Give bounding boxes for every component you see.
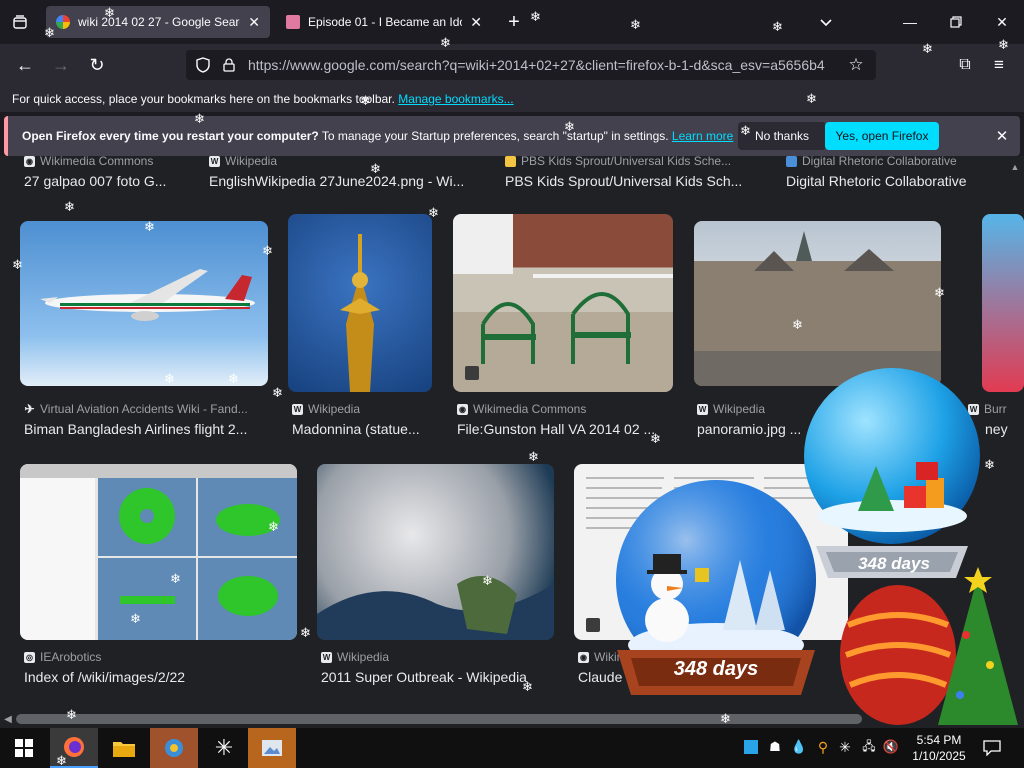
- tray-drop-icon[interactable]: 💧: [790, 738, 808, 756]
- windows-start-icon[interactable]: [0, 728, 48, 768]
- tab-episode[interactable]: Episode 01 - I Became an Idol! ✕: [276, 6, 492, 38]
- extensions-icon[interactable]: ⧉: [952, 52, 978, 78]
- restore-icon[interactable]: [936, 8, 976, 36]
- reload-icon[interactable]: ↻: [82, 50, 112, 80]
- notification-heading: Open Firefox every time you restart your…: [22, 129, 319, 143]
- result-title[interactable]: Digital Rhetoric Collaborative: [786, 173, 986, 189]
- url-text[interactable]: https://www.google.com/search?q=wiki+201…: [248, 57, 838, 73]
- airplane-image[interactable]: [20, 221, 268, 386]
- lock-icon[interactable]: [220, 56, 238, 74]
- close-tab-icon[interactable]: ✕: [248, 14, 260, 31]
- network-icon[interactable]: 🖧: [860, 738, 878, 756]
- menu-icon[interactable]: ≡: [986, 52, 1012, 78]
- result-title[interactable]: Madonnina (statue...: [292, 421, 437, 437]
- back-arrow-icon[interactable]: ←: [10, 50, 40, 80]
- app-taskbar-icon[interactable]: [150, 728, 198, 768]
- tab-google-search[interactable]: wiki 2014 02 27 - Google Search ✕: [46, 6, 270, 38]
- firefox-taskbar-icon[interactable]: [50, 728, 98, 768]
- tab-list-icon[interactable]: [6, 8, 34, 36]
- result-source[interactable]: W Wikipedia: [292, 402, 360, 416]
- forward-arrow-icon[interactable]: →: [46, 50, 76, 80]
- google-icon: [56, 15, 70, 29]
- pbs-icon: [505, 156, 516, 167]
- globe-large-days-label: 348 days: [673, 658, 759, 680]
- photo-app-icon[interactable]: [248, 728, 296, 768]
- scroll-up-icon[interactable]: ▲: [1008, 160, 1022, 174]
- christmas-tree-widget[interactable]: [838, 565, 1024, 730]
- nav-bar: ← → ↻ https://www.google.com/search?q=wi…: [0, 44, 1024, 86]
- snowflake-app-icon[interactable]: ✳: [200, 728, 248, 768]
- anime-favicon-icon: [286, 15, 300, 29]
- notification-message: To manage your Startup preferences, sear…: [321, 129, 669, 143]
- bookmarks-bar: For quick access, place your bookmarks h…: [0, 86, 1024, 112]
- manage-bookmarks-link[interactable]: Manage bookmarks...: [398, 92, 513, 106]
- startup-notification: Open Firefox every time you restart your…: [4, 116, 1020, 156]
- wikipedia-icon: W: [321, 651, 332, 663]
- close-notification-icon[interactable]: ✕: [990, 124, 1014, 148]
- snow-globe-small-widget[interactable]: 348 days: [796, 366, 992, 588]
- snow-globe-large-widget[interactable]: 348 days: [605, 480, 827, 705]
- tab-bar: wiki 2014 02 27 - Google Search ✕ Episod…: [0, 0, 1024, 44]
- taskbar-clock[interactable]: 5:54 PM 1/10/2025: [904, 732, 974, 764]
- notifications-icon[interactable]: [980, 736, 1004, 760]
- tray-app-icon[interactable]: [744, 740, 758, 754]
- result-source[interactable]: W Wikipedia: [209, 156, 277, 168]
- result-source[interactable]: ✈ Virtual Aviation Accidents Wiki - Fand.…: [24, 402, 247, 416]
- tab-title: wiki 2014 02 27 - Google Search: [78, 15, 241, 29]
- tab-title: Episode 01 - I Became an Idol!: [308, 15, 463, 29]
- clock-time: 5:54 PM: [916, 733, 962, 747]
- tray-search-icon[interactable]: ⚲: [814, 738, 832, 756]
- commons-icon: ◉: [24, 156, 35, 167]
- castle-panorama-image[interactable]: [694, 221, 941, 386]
- new-tab-icon[interactable]: +: [500, 8, 528, 36]
- scroll-left-icon[interactable]: ◀: [2, 712, 14, 726]
- result-title[interactable]: EnglishWikipedia 27June2024.png - Wi...: [209, 173, 484, 189]
- clock-date: 1/10/2025: [912, 749, 966, 763]
- commons-icon: ◉: [457, 403, 468, 415]
- result-title[interactable]: File:Gunston Hall VA 2014 02 ...: [457, 421, 667, 437]
- result-source[interactable]: W Wikipedia: [321, 650, 389, 664]
- wikipedia-icon: W: [209, 156, 220, 167]
- tray-people-icon[interactable]: ☗: [766, 738, 784, 756]
- shield-icon[interactable]: [194, 56, 212, 74]
- file-explorer-icon[interactable]: [100, 728, 148, 768]
- result-source[interactable]: ◉ Wikimedia Commons: [24, 156, 153, 168]
- cad-screenshot-image[interactable]: [20, 464, 297, 640]
- close-tab-icon[interactable]: ✕: [470, 14, 482, 31]
- result-title[interactable]: Biman Bangladesh Airlines flight 2...: [24, 421, 269, 437]
- result-title[interactable]: PBS Kids Sprout/Universal Kids Sch...: [505, 173, 755, 189]
- chevron-down-icon[interactable]: [812, 8, 840, 36]
- star-bookmark-icon[interactable]: ☆: [846, 55, 866, 75]
- tray-snowflake-icon[interactable]: ✳: [836, 738, 854, 756]
- close-window-icon[interactable]: ✕: [982, 8, 1022, 36]
- wikipedia-icon: W: [292, 403, 303, 415]
- bookmarks-hint: For quick access, place your bookmarks h…: [12, 92, 395, 106]
- learn-more-link[interactable]: Learn more: [672, 129, 733, 143]
- volume-muted-icon[interactable]: 🔇: [882, 738, 900, 756]
- minimize-icon[interactable]: —: [890, 8, 930, 36]
- commons-icon: ◉: [578, 651, 589, 663]
- no-thanks-button[interactable]: No thanks: [738, 122, 826, 150]
- result-source[interactable]: ◎ IEArobotics: [24, 650, 101, 664]
- result-title[interactable]: 27 galpao 007 foto G...: [24, 173, 194, 189]
- taskbar: ✳ ☗ 💧 ⚲ ✳ 🖧 🔇 5:54 PM 1/10/2025: [0, 728, 1024, 768]
- globe-icon: ◎: [24, 651, 35, 663]
- result-source[interactable]: ◉ Wikimedia Commons: [457, 402, 586, 416]
- url-bar[interactable]: https://www.google.com/search?q=wiki+201…: [186, 50, 876, 80]
- satellite-outbreak-image[interactable]: [317, 464, 554, 640]
- airplane-icon: ✈: [24, 402, 35, 416]
- drc-icon: [786, 156, 797, 167]
- result-source[interactable]: W Wikipedia: [697, 402, 765, 416]
- result-title[interactable]: 2011 Super Outbreak - Wikipedia: [321, 669, 551, 685]
- result-source[interactable]: Digital Rhetoric Collaborative: [786, 156, 957, 168]
- result-source[interactable]: PBS Kids Sprout/Universal Kids Sche...: [505, 156, 755, 168]
- result-title[interactable]: Index of /wiki/images/2/22: [24, 669, 294, 685]
- gunston-chairs-image[interactable]: [453, 214, 673, 392]
- scrollbar-thumb[interactable]: [16, 714, 862, 724]
- madonnina-statue-image[interactable]: [288, 214, 432, 392]
- wikipedia-icon: W: [697, 403, 708, 415]
- open-firefox-button[interactable]: Yes, open Firefox: [825, 122, 939, 150]
